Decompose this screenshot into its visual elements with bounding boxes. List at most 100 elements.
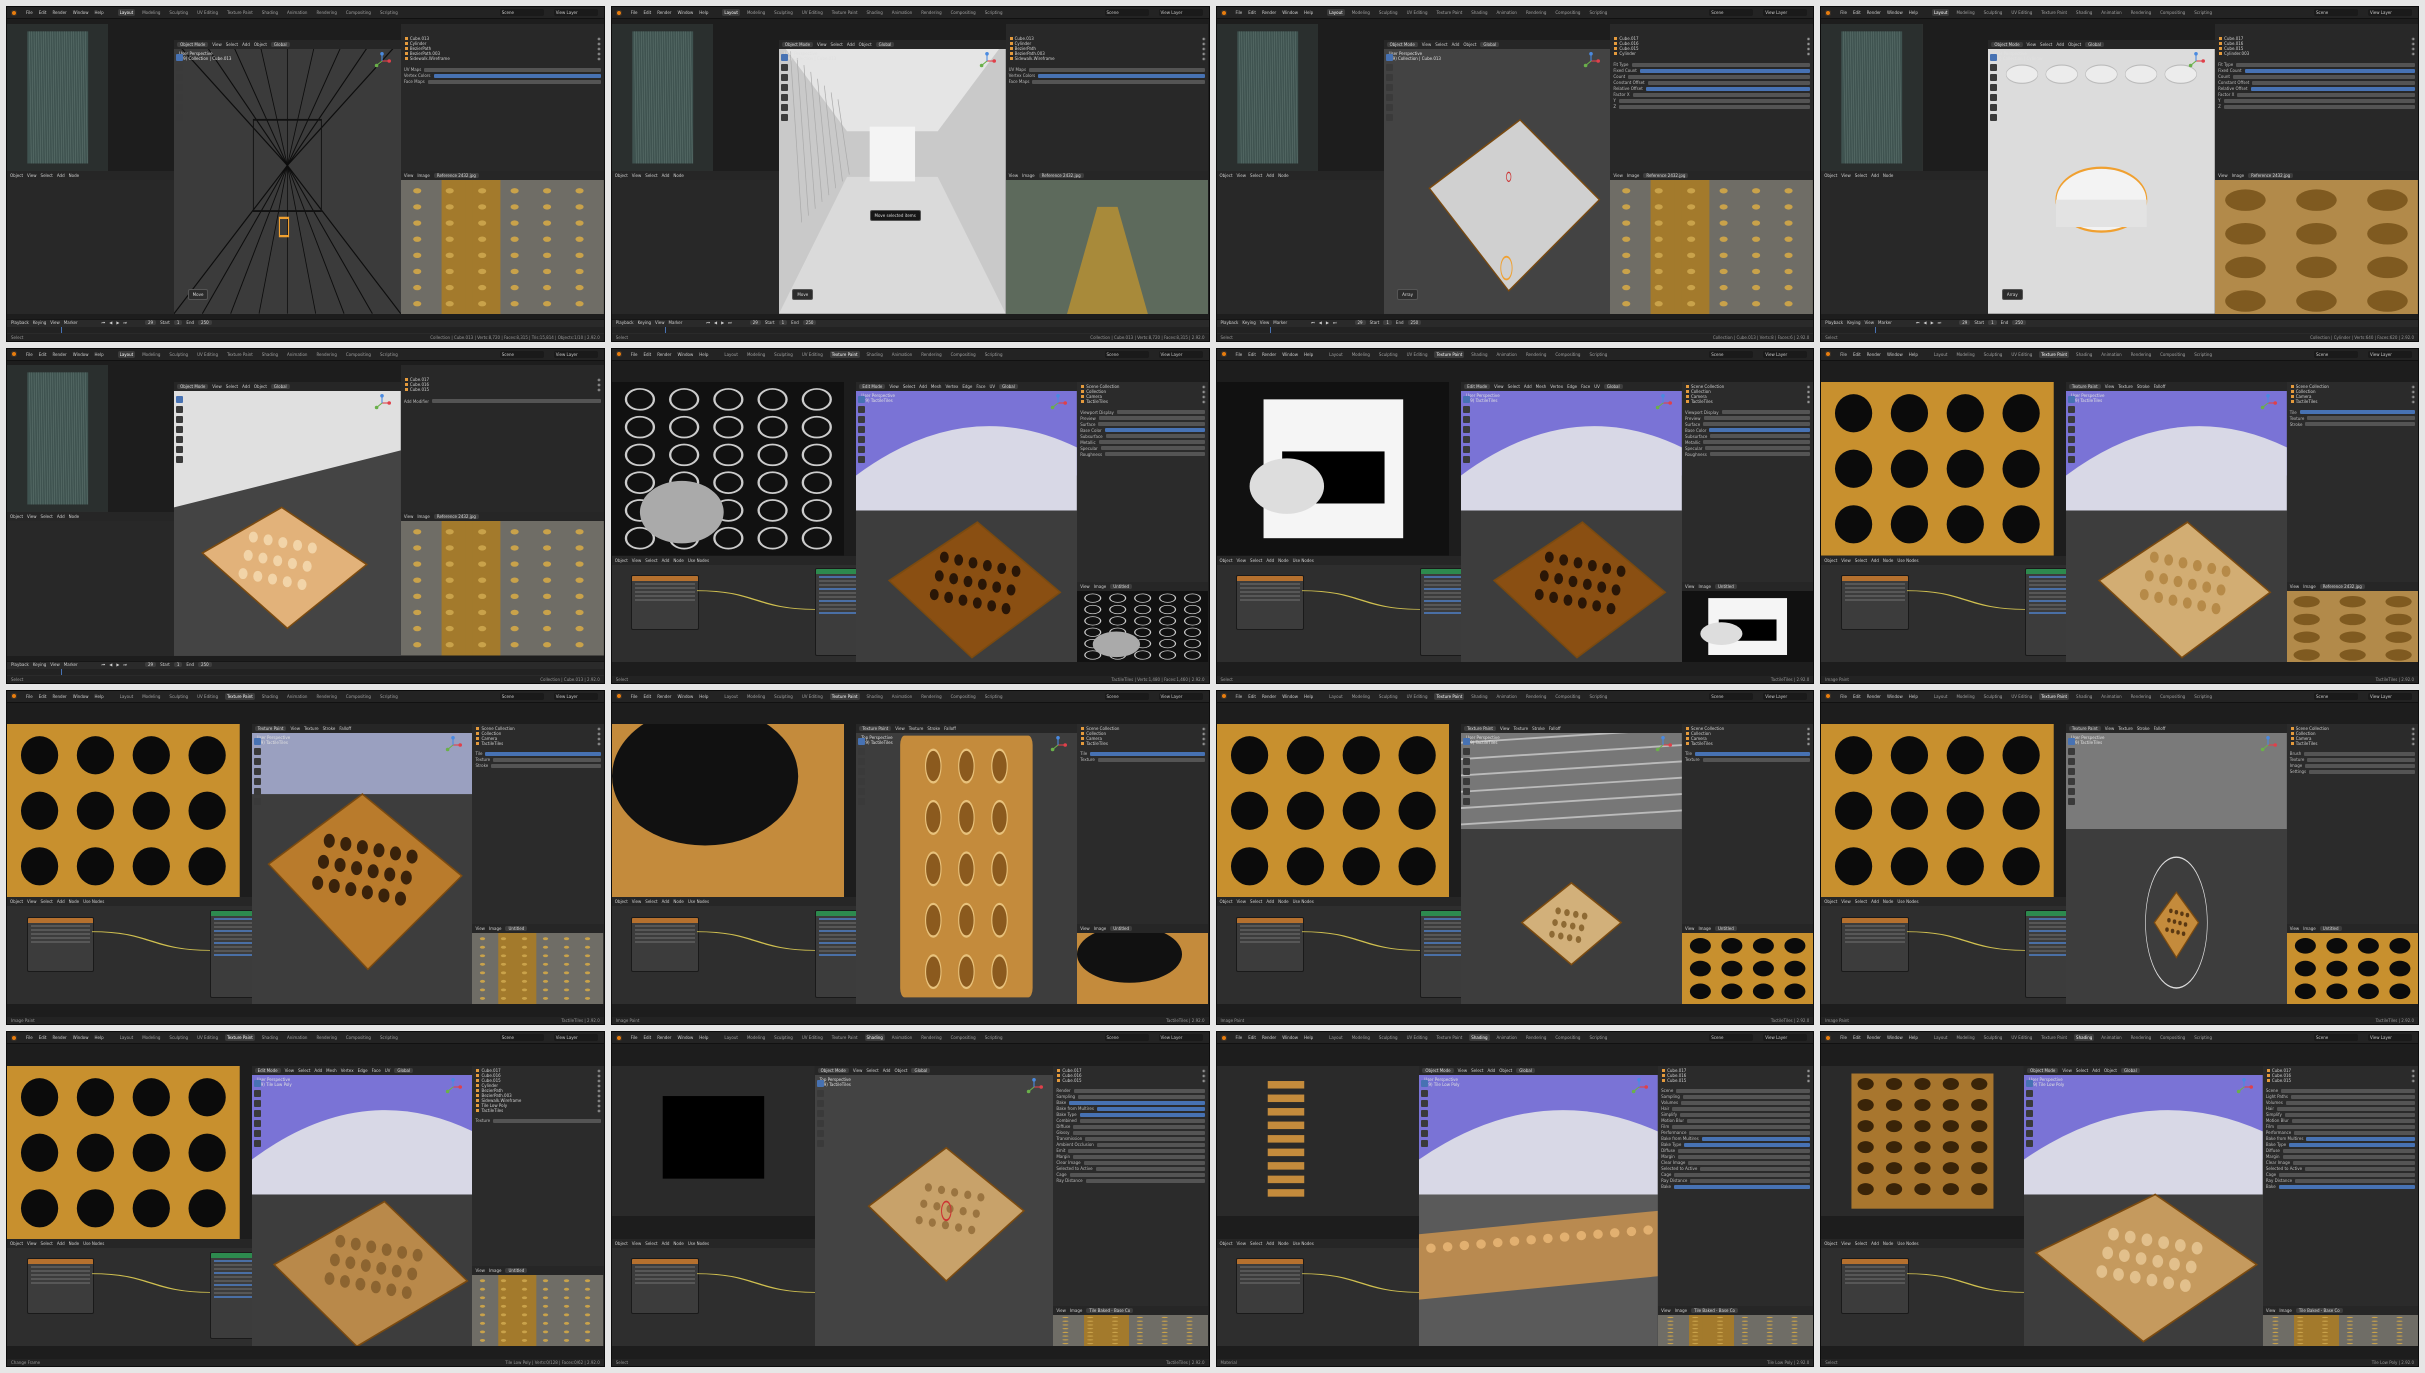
- tab-rendering[interactable]: Rendering: [314, 351, 338, 358]
- viewport-menu-add[interactable]: Add: [2092, 1068, 2100, 1073]
- viewport-menu-add[interactable]: Add: [242, 384, 250, 389]
- image-editor[interactable]: View Image Untitled: [472, 924, 604, 1005]
- property-field[interactable]: [2284, 1112, 2415, 1117]
- image-menu-view[interactable]: View: [475, 926, 485, 931]
- tab-sculpting[interactable]: Sculpting: [1377, 1034, 1400, 1041]
- jump-start-icon[interactable]: ⏮: [1916, 320, 1920, 325]
- start-frame-field[interactable]: 1: [778, 320, 788, 326]
- property-field[interactable]: [1703, 440, 1811, 445]
- scene-selector[interactable]: Scene: [2314, 350, 2358, 358]
- property-field[interactable]: [1073, 1124, 1206, 1129]
- view-layer-selector[interactable]: View Layer: [2368, 1034, 2412, 1042]
- property-field[interactable]: [1688, 1160, 1811, 1165]
- tool-button[interactable]: [176, 426, 184, 434]
- viewport-menu-object[interactable]: Object: [1463, 42, 1476, 47]
- viewport-menu-texture[interactable]: Texture: [909, 726, 924, 731]
- image-editor[interactable]: View Image Reference 2432.jpg: [2286, 582, 2418, 663]
- tab-animation[interactable]: Animation: [2099, 351, 2123, 358]
- property-field[interactable]: [1098, 440, 1206, 445]
- property-field[interactable]: [1038, 73, 1206, 78]
- tab-texture-paint[interactable]: Texture Paint: [1434, 9, 1464, 16]
- viewport-menu-add[interactable]: Add: [847, 42, 855, 47]
- viewport-menu-view[interactable]: View: [2062, 1068, 2072, 1073]
- scene-selector[interactable]: Scene: [2314, 9, 2358, 16]
- property-field[interactable]: [1116, 410, 1206, 415]
- tab-animation[interactable]: Animation: [2099, 9, 2123, 16]
- tool-button[interactable]: [253, 787, 261, 795]
- image-title[interactable]: Tile Baked - Base Co: [1086, 1307, 1134, 1313]
- eye-icon[interactable]: ◉: [1202, 1078, 1206, 1083]
- timeline-menu-marker[interactable]: Marker: [64, 320, 78, 325]
- 3d-viewport[interactable]: Object Mode View Select Add Object Global User…: [1419, 1065, 1659, 1346]
- tab-sculpting[interactable]: Sculpting: [1982, 693, 2005, 700]
- menu-window[interactable]: Window: [677, 694, 693, 699]
- mode-selector[interactable]: Object Mode: [1422, 1067, 1454, 1073]
- tool-button[interactable]: [253, 747, 261, 755]
- playhead[interactable]: [1874, 326, 1876, 333]
- node-menu-select[interactable]: Select: [1250, 1241, 1262, 1246]
- tab-uv-editing[interactable]: UV Editing: [195, 9, 220, 16]
- properties-panel[interactable]: Scene Collection ◉ Collection ◉ Camera ◉ Tacti…: [472, 723, 604, 925]
- start-frame-field[interactable]: 1: [173, 320, 183, 326]
- tool-button[interactable]: [1463, 456, 1471, 464]
- tab-scripting[interactable]: Scripting: [1587, 693, 1609, 700]
- image-menu-view[interactable]: View: [2266, 1308, 2276, 1313]
- property-field[interactable]: [1095, 1166, 1206, 1171]
- tab-shading[interactable]: Shading: [865, 9, 885, 16]
- tab-rendering[interactable]: Rendering: [919, 693, 943, 700]
- tab-modeling[interactable]: Modeling: [1350, 693, 1372, 700]
- eye-icon[interactable]: ◉: [1202, 56, 1206, 61]
- small-menu-select[interactable]: Select: [41, 173, 53, 178]
- node-menu-select[interactable]: Select: [1855, 899, 1867, 904]
- tool-button[interactable]: [1463, 767, 1471, 775]
- property-field[interactable]: [2307, 416, 2415, 421]
- image-menu-view[interactable]: View: [1080, 584, 1090, 589]
- tool-button[interactable]: [253, 737, 261, 745]
- property-row[interactable]: Stroke: [472, 763, 603, 769]
- viewport-menu-texture[interactable]: Texture: [2118, 726, 2133, 731]
- viewport-menu-face[interactable]: Face: [1581, 384, 1590, 389]
- tool-button[interactable]: [176, 456, 184, 464]
- 3d-viewport[interactable]: Texture Paint View Texture Stroke Falloff Use…: [2065, 382, 2287, 663]
- viewport-menu-add[interactable]: Add: [919, 384, 927, 389]
- view-layer-selector[interactable]: View Layer: [2368, 692, 2412, 700]
- node-menu-add[interactable]: Add: [57, 1241, 65, 1246]
- uv-image-editor[interactable]: [1821, 382, 2054, 556]
- menu-edit[interactable]: Edit: [1248, 1035, 1256, 1040]
- tab-texture-paint[interactable]: Texture Paint: [224, 1034, 255, 1042]
- render-properties-panel[interactable]: Cube.017 ◉ Cube.016 ◉ Cube.015 ◉ Scene Sampling…: [1658, 1065, 1814, 1306]
- eye-icon[interactable]: ◉: [597, 741, 601, 746]
- mode-selector[interactable]: Edit Mode: [859, 384, 886, 390]
- tab-rendering[interactable]: Rendering: [1524, 693, 1548, 700]
- image-menu-image[interactable]: Image: [1070, 1308, 1083, 1313]
- menu-file[interactable]: File: [26, 10, 33, 15]
- node-menu-use-nodes[interactable]: Use Nodes: [1293, 899, 1314, 904]
- tab-animation[interactable]: Animation: [2099, 693, 2123, 700]
- tab-animation[interactable]: Animation: [285, 9, 309, 16]
- tool-button[interactable]: [176, 64, 184, 72]
- navigation-gizmo-icon[interactable]: [373, 394, 391, 412]
- properties-panel[interactable]: Scene Collection ◉ Collection ◉ Camera ◉ Tacti…: [1681, 723, 1814, 925]
- image-menu-view[interactable]: View: [475, 1268, 485, 1273]
- mode-selector[interactable]: Edit Mode: [254, 1067, 281, 1073]
- blender-logo-icon[interactable]: [615, 693, 622, 699]
- blender-logo-icon[interactable]: [1220, 9, 1227, 16]
- eye-icon[interactable]: ◉: [1807, 399, 1811, 404]
- tab-uv-editing[interactable]: UV Editing: [800, 351, 825, 358]
- image-title[interactable]: Reference 2432.jpg: [433, 172, 479, 178]
- navigation-gizmo-icon[interactable]: [1654, 735, 1672, 754]
- view-layer-selector[interactable]: View Layer: [553, 692, 598, 700]
- property-field[interactable]: [424, 67, 601, 72]
- view-layer-selector[interactable]: View Layer: [1763, 1034, 1808, 1042]
- 3d-viewport[interactable]: Texture Paint View Texture Stroke Falloff Use…: [1461, 723, 1682, 1005]
- menu-render[interactable]: Render: [1262, 352, 1276, 357]
- property-field[interactable]: [1628, 74, 1811, 79]
- property-field[interactable]: [1700, 1166, 1811, 1171]
- tab-texture-paint[interactable]: Texture Paint: [2039, 9, 2069, 16]
- 3d-viewport[interactable]: Texture Paint View Texture Stroke Falloff Use…: [2065, 723, 2287, 1005]
- tab-uv-editing[interactable]: UV Editing: [800, 1034, 825, 1041]
- image-menu-image[interactable]: Image: [489, 1268, 502, 1273]
- tab-animation[interactable]: Animation: [1495, 351, 1519, 358]
- viewport-menu-add[interactable]: Add: [1452, 42, 1460, 47]
- menu-window[interactable]: Window: [1282, 694, 1298, 699]
